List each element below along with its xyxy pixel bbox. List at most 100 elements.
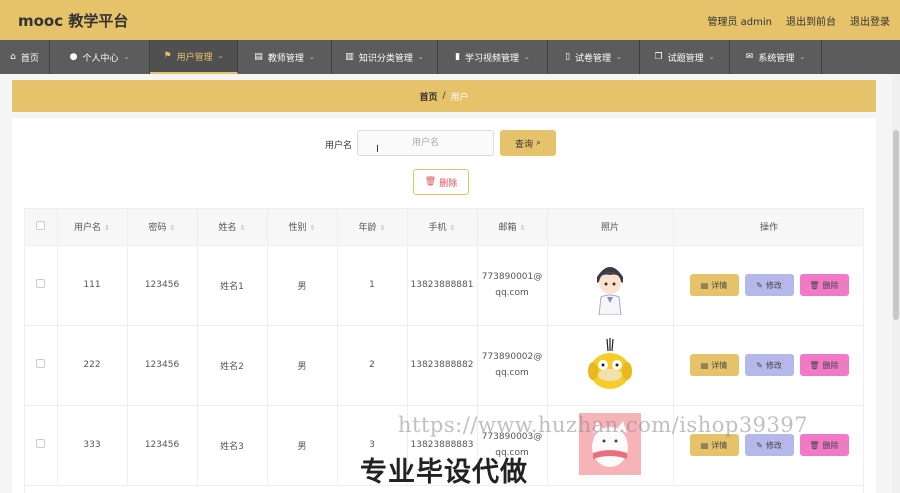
text-cursor-icon: I (376, 144, 379, 155)
copy-icon: ❐ (654, 52, 663, 62)
sort-icon[interactable]: ⇕ (170, 224, 176, 232)
nav-item-label: 知识分类管理 (358, 53, 413, 64)
select-all-checkbox[interactable] (36, 220, 46, 230)
batch-delete-button[interactable]: 🗑 删除 (413, 169, 469, 195)
search-button-label: 查询 (514, 139, 533, 150)
main-nav: ⌂ 首页 ● 个人中心 ⌄ ⚑ 用户管理 ⌄ ▤ 教师管理 ⌄ ▥ 知识分类管理 ⌄ ▮ 学习视频管理 ⌄ ▯ 试卷… (0, 40, 900, 74)
nav-item-label: 个人中心 (82, 53, 119, 64)
watermark-text: 专业毕设代做 (360, 457, 528, 488)
cell-actions: ▤ 详情 ✎ 修改 🗑 删除 (673, 245, 863, 326)
delete-button-label: 删除 (822, 360, 839, 370)
email-line-1: 773890002@ (481, 352, 543, 362)
avatar (579, 332, 641, 395)
trash-icon: 🗑 (424, 177, 437, 187)
cell-name: 姓名3 (197, 405, 268, 486)
cell-password: 123456 (127, 325, 198, 406)
sort-icon[interactable]: ⇕ (104, 224, 110, 232)
cell-password: 123456 (127, 405, 198, 486)
app-logo: mooc 教学平台 (18, 12, 129, 30)
cell-phone: 13823888882 (407, 325, 478, 406)
logout-link[interactable]: 退出登录 (850, 13, 890, 28)
row-select-cell (25, 405, 58, 486)
cell-email: 773890002@ qq.com (477, 325, 548, 406)
nav-item-label: 系统管理 (758, 53, 795, 64)
delete-button[interactable]: 🗑 删除 (799, 434, 849, 456)
row-checkbox[interactable] (36, 279, 46, 288)
column-header-4[interactable]: 年龄 ⇕ (337, 209, 408, 246)
search-label: 用户名 (325, 141, 353, 151)
nav-item-label: 学习视频管理 (465, 53, 520, 64)
edit-button[interactable]: ✎ 修改 (744, 354, 794, 376)
search-icon: ⌕ (535, 138, 542, 148)
detail-button-label: 详情 (711, 280, 728, 290)
nav-item-8[interactable]: ✉ 系统管理 ⌄ (730, 40, 822, 74)
nav-item-6[interactable]: ▯ 试卷管理 ⌄ (548, 40, 640, 74)
chevron-down-icon: ⌄ (308, 53, 315, 61)
chevron-down-icon: ⌄ (524, 53, 530, 61)
nav-item-5[interactable]: ▮ 学习视频管理 ⌄ (438, 40, 548, 74)
batch-delete-label: 删除 (439, 178, 458, 189)
chevron-down-icon: ⌄ (616, 53, 622, 61)
column-header-2[interactable]: 姓名 ⇕ (197, 209, 268, 246)
column-header-label: 照片 (600, 223, 619, 234)
sort-icon[interactable]: ⇕ (380, 224, 386, 232)
avatar (579, 252, 641, 315)
cell-gender: 男 (267, 405, 338, 486)
detail-button-label: 详情 (711, 440, 728, 450)
sort-icon[interactable]: ⇕ (450, 224, 456, 232)
document-icon: ▤ (700, 360, 709, 370)
table-header-row: 用户名 ⇕ 密码 ⇕ 姓名 ⇕ 性别 ⇕ 年龄 ⇕ 手机 ⇕ 邮箱 ⇕ 照片 操作 (25, 209, 863, 246)
bar-chart-icon: ▮ (455, 52, 461, 62)
chevron-down-icon: ⌄ (417, 53, 424, 61)
column-header-3[interactable]: 性别 ⇕ (267, 209, 338, 246)
email-line-2: qq.com (495, 288, 529, 298)
column-header-5[interactable]: 手机 ⇕ (407, 209, 478, 246)
nav-item-label: 用户管理 (176, 52, 213, 63)
row-checkbox[interactable] (36, 359, 46, 368)
scrollbar-thumb[interactable] (893, 130, 899, 320)
nav-item-3[interactable]: ▤ 教师管理 ⌄ (238, 40, 332, 74)
edit-button[interactable]: ✎ 修改 (744, 434, 794, 456)
detail-button[interactable]: ▤ 详情 (689, 354, 739, 376)
column-header-1[interactable]: 密码 ⇕ (127, 209, 198, 246)
column-header-label: 姓名 (218, 223, 237, 234)
row-checkbox[interactable] (36, 439, 46, 448)
column-header-label: 邮箱 (498, 223, 517, 234)
detail-button[interactable]: ▤ 详情 (689, 434, 739, 456)
nav-item-0[interactable]: ⌂ 首页 (0, 40, 50, 74)
search-button[interactable]: 查询 ⌕ (500, 130, 556, 156)
sort-icon[interactable]: ⇕ (240, 224, 246, 232)
cell-age: 1 (337, 245, 408, 326)
trash-icon: 🗑 (809, 280, 820, 290)
nav-item-7[interactable]: ❐ 试题管理 ⌄ (640, 40, 730, 74)
trash-icon: 🗑 (809, 360, 820, 370)
columns-icon: ▥ (345, 52, 354, 62)
email-line-1: 773890001@ (481, 272, 543, 282)
sort-icon[interactable]: ⇕ (310, 224, 316, 232)
cell-photo (547, 245, 674, 326)
breadcrumb: 首页 / 用户 (12, 80, 876, 112)
nav-item-1[interactable]: ● 个人中心 ⌄ (50, 40, 150, 74)
home-icon: ⌂ (10, 52, 16, 62)
nav-item-2[interactable]: ⚑ 用户管理 ⌄ (150, 40, 238, 74)
edit-button[interactable]: ✎ 修改 (744, 274, 794, 296)
column-header-label: 操作 (759, 223, 778, 234)
back-to-front-link[interactable]: 退出到前台 (786, 13, 836, 28)
column-header-6[interactable]: 邮箱 ⇕ (477, 209, 548, 246)
nav-item-4[interactable]: ▥ 知识分类管理 ⌄ (332, 40, 438, 74)
person-icon: ● (69, 52, 78, 62)
delete-button-label: 删除 (822, 280, 839, 290)
table-row: 111 123456 姓名1 男 1 13823888881 773890001@ qq.co… (25, 245, 863, 326)
delete-button[interactable]: 🗑 删除 (799, 274, 849, 296)
cell-gender: 男 (267, 245, 338, 326)
delete-button[interactable]: 🗑 删除 (799, 354, 849, 376)
document-icon: ▤ (700, 280, 709, 290)
breadcrumb-home[interactable]: 首页 (419, 90, 437, 103)
detail-button[interactable]: ▤ 详情 (689, 274, 739, 296)
column-header-label: 性别 (288, 223, 307, 234)
column-header-0[interactable]: 用户名 ⇕ (57, 209, 128, 246)
sort-icon[interactable]: ⇕ (520, 224, 526, 232)
cell-name: 姓名1 (197, 245, 268, 326)
cell-photo (547, 325, 674, 406)
admin-label: 管理员 admin (707, 17, 772, 28)
